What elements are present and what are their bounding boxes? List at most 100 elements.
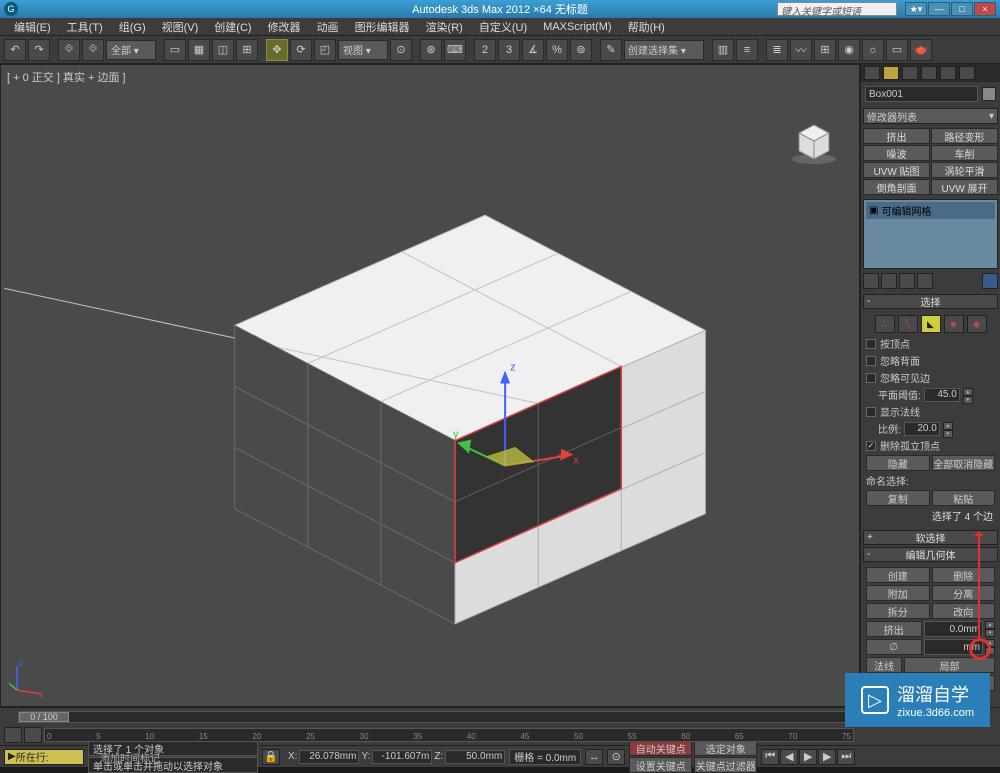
viewport[interactable]: [ + 0 正交 ] 真实 + 边面 ] (0, 64, 860, 707)
modifier-quick-button[interactable]: 倒角剖面 (863, 179, 930, 195)
play-button[interactable]: ▶ (799, 749, 817, 765)
minimize-button[interactable]: — (928, 2, 950, 16)
curve-editor-button[interactable]: 〰 (790, 39, 812, 61)
by-vertex-checkbox[interactable] (866, 339, 876, 349)
expand-icon[interactable]: ▣ (869, 205, 878, 216)
modifier-quick-button[interactable]: 挤出 (863, 128, 930, 144)
menu-item[interactable]: 渲染(R) (418, 19, 471, 35)
object-name-input[interactable]: Box001 (865, 86, 978, 102)
element-level-button[interactable]: ◆ (967, 315, 987, 333)
turn-button[interactable]: 改向 (932, 603, 996, 619)
modifier-quick-button[interactable]: 涡轮平滑 (931, 162, 998, 178)
modifier-quick-button[interactable]: UVW 贴图 (863, 162, 930, 178)
pivot-button[interactable]: ⊙ (390, 39, 412, 61)
break-button[interactable]: 拆分 (866, 603, 930, 619)
extrude-button[interactable]: 挤出 (866, 621, 922, 637)
prev-frame-button[interactable]: ◀ (780, 749, 798, 765)
manipulate-button[interactable]: ⊛ (420, 39, 442, 61)
isolate-button[interactable]: ↔ (585, 749, 603, 765)
modifier-stack[interactable]: ▣ 可编辑网格 (863, 199, 998, 269)
chamfer-button[interactable]: ∅ (866, 639, 922, 655)
app-icon[interactable]: G (4, 2, 18, 16)
remove-modifier-button[interactable] (917, 273, 933, 289)
rendered-frame-button[interactable]: ▭ (886, 39, 908, 61)
modifier-quick-button[interactable]: UVW 展开 (931, 179, 998, 195)
goto-start-button[interactable]: ⏮ (761, 749, 779, 765)
hide-button[interactable]: 隐藏 (866, 455, 930, 471)
local-button[interactable]: 局部 (904, 657, 995, 673)
configure-sets-button[interactable] (982, 273, 998, 289)
auto-key-button[interactable]: 自动关键点 (629, 740, 692, 756)
modifier-quick-button[interactable]: 车削 (931, 145, 998, 161)
chamfer-amount-input[interactable]: mm (924, 639, 984, 655)
script-listener-prompt[interactable]: ▶ 所在行: (4, 749, 84, 765)
normal-button[interactable]: 法线 (866, 657, 902, 673)
select-name-button[interactable]: ▦ (188, 39, 210, 61)
key-filter-selected[interactable]: 选定对象 (694, 740, 757, 756)
create-geom-button[interactable]: 创建 (866, 567, 930, 583)
material-editor-button[interactable]: ◉ (838, 39, 860, 61)
window-crossing-button[interactable]: ⊞ (236, 39, 258, 61)
percent-snap-button[interactable]: % (546, 39, 568, 61)
soft-selection-header[interactable]: +软选择 (863, 530, 998, 545)
show-normals-checkbox[interactable] (866, 407, 876, 417)
menu-item[interactable]: 组(G) (111, 19, 154, 35)
menu-item[interactable]: 图形编辑器 (347, 19, 418, 35)
extrude-amount-input[interactable]: 0.0mm (924, 621, 984, 637)
vertex-level-button[interactable]: ∴ (875, 315, 895, 333)
menu-item[interactable]: 自定义(U) (471, 19, 535, 35)
y-coord-input[interactable]: -101.607m (372, 750, 432, 764)
undo-button[interactable]: ↶ (4, 39, 26, 61)
angle-snap-button[interactable]: ∡ (522, 39, 544, 61)
render-button[interactable]: 🫖 (910, 39, 932, 61)
snap-2d-button[interactable]: 2 (474, 39, 496, 61)
modifier-quick-button[interactable]: 路径变形 (931, 128, 998, 144)
face-level-button[interactable]: ◣ (921, 315, 941, 333)
edge-level-button[interactable]: ╲ (898, 315, 918, 333)
key-filters-button[interactable]: 关键点过滤器 (694, 757, 757, 773)
paste-selection-button[interactable]: 粘贴 (932, 490, 996, 506)
motion-tab[interactable] (921, 66, 937, 80)
align-button[interactable]: ≡ (736, 39, 758, 61)
set-key-button[interactable]: 设置关键点 (629, 757, 692, 773)
show-end-result-button[interactable] (881, 273, 897, 289)
delete-geom-button[interactable]: 删除 (932, 567, 996, 583)
plane-threshold-spinner[interactable]: ▴▾ (963, 388, 973, 402)
time-slider-knob[interactable]: 0 / 100 (19, 712, 69, 722)
normal-scale-spinner[interactable]: ▴▾ (943, 422, 953, 436)
goto-end-button[interactable]: ⏭ (837, 749, 855, 765)
move-button[interactable]: ✥ (266, 39, 288, 61)
x-coord-input[interactable]: 26.078mm (299, 750, 359, 764)
modifier-quick-button[interactable]: 噪波 (863, 145, 930, 161)
object-color-swatch[interactable] (982, 87, 996, 101)
ref-coord-dropdown[interactable]: 视图 ▾ (338, 40, 388, 60)
detach-button[interactable]: 分离 (932, 585, 996, 601)
next-frame-button[interactable]: ▶ (818, 749, 836, 765)
add-time-tag-label[interactable]: 添加时间标记 (100, 750, 160, 765)
menu-item[interactable]: 编辑(E) (6, 19, 59, 35)
unhide-all-button[interactable]: 全部取消隐藏 (932, 455, 996, 471)
menu-item[interactable]: 创建(C) (206, 19, 259, 35)
maximize-button[interactable]: □ (951, 2, 973, 16)
modifier-stack-item[interactable]: ▣ 可编辑网格 (866, 202, 995, 219)
link-button[interactable]: ⟐ (58, 39, 80, 61)
render-setup-button[interactable]: ☼ (862, 39, 884, 61)
unlink-button[interactable]: ⟐ (82, 39, 104, 61)
ignore-backface-checkbox[interactable] (866, 356, 876, 366)
lock-selection-button[interactable]: 🔒 (262, 749, 280, 765)
menu-item[interactable]: MAXScript(M) (535, 21, 619, 33)
spinner-snap-button[interactable]: ⊚ (570, 39, 592, 61)
edit-named-sel-button[interactable]: ✎ (600, 39, 622, 61)
keyboard-shortcut-button[interactable]: ⌨ (444, 39, 466, 61)
delete-isolated-checkbox[interactable] (866, 441, 876, 451)
view-cube[interactable] (789, 115, 839, 165)
make-unique-button[interactable] (899, 273, 915, 289)
normal-scale-input[interactable]: 20.0 (904, 422, 940, 436)
close-button[interactable]: × (974, 2, 996, 16)
extrude-spinner[interactable]: ▴▾ (985, 621, 995, 637)
modifier-list-dropdown[interactable]: 修改器列表 (863, 108, 998, 124)
menu-item[interactable]: 工具(T) (59, 19, 111, 35)
redo-button[interactable]: ↷ (28, 39, 50, 61)
help-dropdown-icon[interactable]: ★▾ (905, 2, 927, 16)
track-toggle-2[interactable] (24, 727, 42, 743)
